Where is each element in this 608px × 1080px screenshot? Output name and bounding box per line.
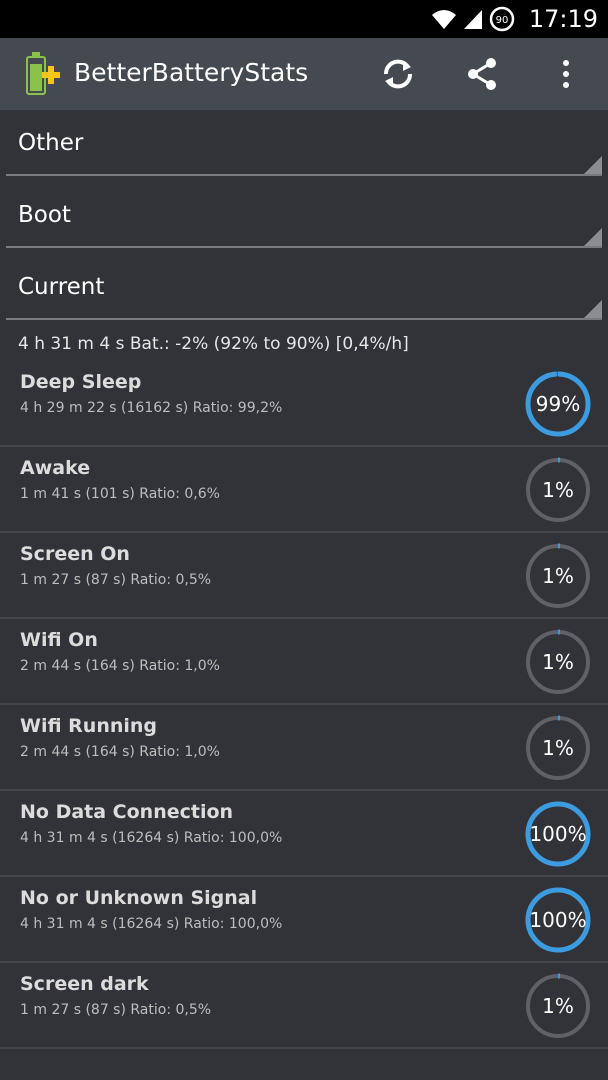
spinner-label: Boot xyxy=(18,202,71,228)
item-percent: 1% xyxy=(542,994,574,1018)
dropdown-arrow-icon xyxy=(584,228,602,246)
overflow-menu-button[interactable] xyxy=(544,52,588,96)
item-name: Wifi On xyxy=(20,629,98,651)
battery-plus-logo-icon xyxy=(26,52,60,95)
item-name: Awake xyxy=(20,457,91,479)
refresh-button[interactable] xyxy=(376,52,420,96)
share-icon xyxy=(468,58,496,90)
spinner-underline xyxy=(6,318,602,320)
list-item[interactable]: Screen dark 1 m 27 s (87 s) Ratio: 0,5% … xyxy=(0,963,608,1049)
spinner-underline xyxy=(6,246,602,248)
list-item[interactable]: No Data Connection 4 h 31 m 4 s (16264 s… xyxy=(0,791,608,877)
wifi-icon xyxy=(431,10,456,29)
app-bar: BetterBatteryStats xyxy=(0,38,608,110)
dropdown-arrow-icon xyxy=(584,300,602,318)
stats-list: Deep Sleep 4 h 29 m 22 s (16162 s) Ratio… xyxy=(0,361,608,1049)
item-name: Screen On xyxy=(20,543,130,565)
item-detail: 1 m 27 s (87 s) Ratio: 0,5% xyxy=(20,1002,212,1018)
app-title: BetterBatteryStats xyxy=(74,58,309,87)
list-item[interactable]: No or Unknown Signal 4 h 31 m 4 s (16264… xyxy=(0,877,608,963)
svg-text:90: 90 xyxy=(495,15,508,26)
spinner-underline xyxy=(6,174,602,176)
summary-line: 4 h 31 m 4 s Bat.: -2% (92% to 90%) [0,4… xyxy=(18,334,409,354)
status-bar: 90 17:19 xyxy=(0,0,608,38)
clock: 17:19 xyxy=(528,5,598,33)
signal-icon xyxy=(463,10,482,29)
stat-type-spinner[interactable]: Other xyxy=(6,110,602,176)
item-percent: 1% xyxy=(542,650,574,674)
list-item[interactable]: Wifi Running 2 m 44 s (164 s) Ratio: 1,0… xyxy=(0,705,608,791)
item-name: No Data Connection xyxy=(20,801,234,823)
item-percent: 100% xyxy=(529,908,587,932)
item-percent: 99% xyxy=(535,392,581,416)
refresh-icon xyxy=(383,59,413,89)
list-item[interactable]: Screen On 1 m 27 s (87 s) Ratio: 0,5% 1% xyxy=(0,533,608,619)
item-percent: 1% xyxy=(542,478,574,502)
share-button[interactable] xyxy=(460,52,504,96)
item-detail: 4 h 29 m 22 s (16162 s) Ratio: 99,2% xyxy=(20,400,283,416)
item-name: Deep Sleep xyxy=(20,371,142,393)
item-percent: 1% xyxy=(542,736,574,760)
item-name: Screen dark xyxy=(20,973,149,995)
item-name: No or Unknown Signal xyxy=(20,887,258,909)
more-vert-icon xyxy=(563,60,569,88)
battery-icon: 90 xyxy=(489,6,515,32)
from-reference-spinner[interactable]: Boot xyxy=(6,182,602,248)
to-reference-spinner[interactable]: Current xyxy=(6,254,602,320)
item-name: Wifi Running xyxy=(20,715,158,737)
item-detail: 4 h 31 m 4 s (16264 s) Ratio: 100,0% xyxy=(20,916,283,932)
item-detail: 1 m 27 s (87 s) Ratio: 0,5% xyxy=(20,572,212,588)
status-icons: 90 17:19 xyxy=(431,0,598,38)
list-item[interactable]: Wifi On 2 m 44 s (164 s) Ratio: 1,0% 1% xyxy=(0,619,608,705)
item-percent: 1% xyxy=(542,564,574,588)
list-item[interactable]: Deep Sleep 4 h 29 m 22 s (16162 s) Ratio… xyxy=(0,361,608,447)
dropdown-arrow-icon xyxy=(584,156,602,174)
item-percent: 100% xyxy=(529,822,587,846)
item-detail: 2 m 44 s (164 s) Ratio: 1,0% xyxy=(20,658,220,674)
item-detail: 2 m 44 s (164 s) Ratio: 1,0% xyxy=(20,744,220,760)
spinner-label: Current xyxy=(18,274,105,300)
list-item[interactable]: Awake 1 m 41 s (101 s) Ratio: 0,6% 1% xyxy=(0,447,608,533)
item-detail: 4 h 31 m 4 s (16264 s) Ratio: 100,0% xyxy=(20,830,283,846)
spinner-label: Other xyxy=(18,130,84,156)
item-detail: 1 m 41 s (101 s) Ratio: 0,6% xyxy=(20,486,220,502)
